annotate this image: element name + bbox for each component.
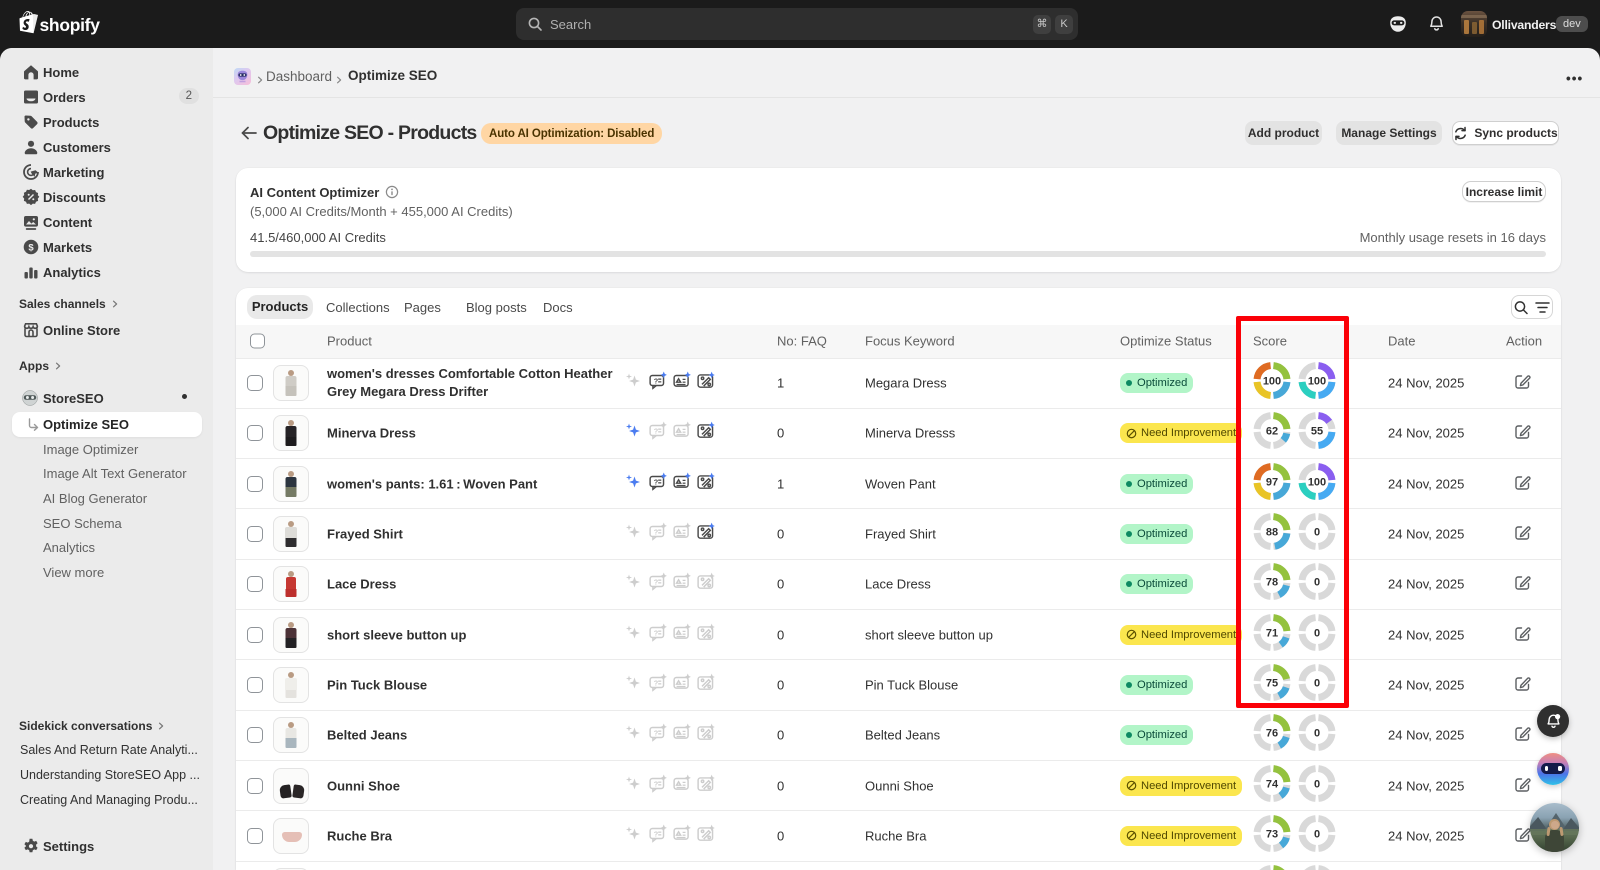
svg-text:0: 0 [1314,778,1320,790]
svg-text:?: ? [654,628,659,637]
svg-text:?: ? [654,678,659,687]
svg-text:shopify: shopify [40,15,101,35]
svg-text:0: 0 [1314,728,1320,740]
svg-text:73: 73 [1266,828,1278,840]
svg-text:?: ? [654,528,659,537]
svg-text:76: 76 [1266,728,1278,740]
svg-text:?: ? [654,779,659,788]
svg-text:?: ? [654,477,659,486]
svg-text:0: 0 [1314,828,1320,840]
svg-text:?: ? [654,427,659,436]
svg-text:?: ? [654,829,659,838]
svg-text:?: ? [654,729,659,738]
svg-text:$: $ [28,243,34,254]
svg-text:?: ? [654,578,659,587]
svg-text:?: ? [654,377,659,386]
svg-text:74: 74 [1266,778,1279,790]
